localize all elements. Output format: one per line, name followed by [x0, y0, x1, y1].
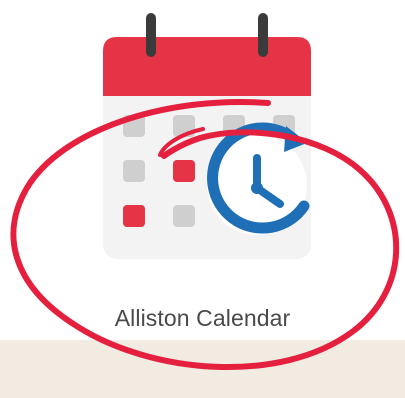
clock-icon [207, 122, 310, 235]
app-label[interactable]: Alliston Calendar [0, 305, 405, 332]
binder-ring-left [146, 13, 156, 57]
calendar-cell-highlight [123, 205, 145, 227]
app-launcher-tile[interactable]: Alliston Calendar [0, 0, 405, 398]
calendar-clock-icon[interactable] [0, 0, 405, 398]
calendar-cell [123, 160, 145, 182]
binder-ring-right [258, 13, 268, 57]
calendar-cell-highlight [173, 160, 195, 182]
calendar-cell [173, 205, 195, 227]
